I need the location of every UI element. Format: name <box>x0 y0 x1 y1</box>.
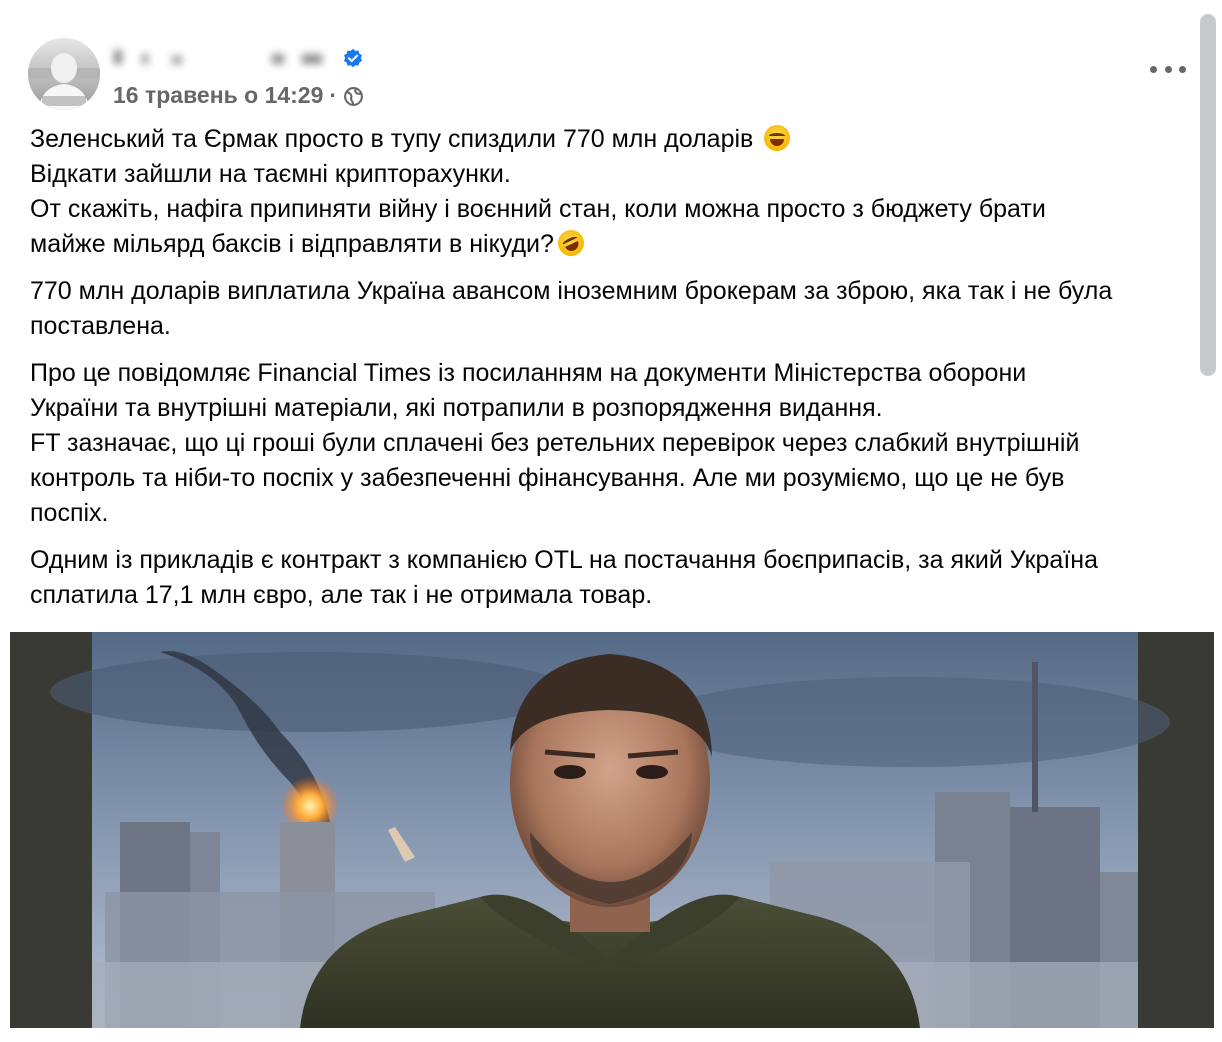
more-dot <box>1179 65 1186 73</box>
more-dot <box>1164 65 1172 73</box>
post-line: сплатила 17,1 млн євро, але так і не отр… <box>30 581 653 609</box>
post-paragraph: Зеленський та Єрмак просто в тупу спизди… <box>30 122 1200 262</box>
more-options-icon[interactable] <box>1150 56 1186 82</box>
post-line: майже мільярд баксів і відправляти в нік… <box>30 225 1200 262</box>
post-line: України та внутрішні матеріали, які потр… <box>30 394 883 422</box>
scrollbar-thumb[interactable] <box>1200 14 1216 376</box>
post-line: поспіх. <box>30 499 109 527</box>
post-timestamp[interactable]: 16 травень о 14:29 <box>113 82 323 109</box>
more-dot <box>1150 65 1157 73</box>
post-image-illustration <box>10 632 1214 1028</box>
post-line: поставлена. <box>30 312 171 340</box>
post-paragraph: 770 млн доларів виплатила Україна авансо… <box>30 274 1200 344</box>
post-line: От скажіть, нафіга припиняти війну і воє… <box>30 195 1046 223</box>
post-paragraph: Одним із прикладів є контракт з компаніє… <box>30 543 1200 613</box>
post-line: контроль та ніби-то поспіх у забезпеченн… <box>30 464 1065 492</box>
author-name[interactable] <box>112 40 332 74</box>
facebook-post: 16 травень о 14:29 · Зеленський та Єрмак… <box>0 0 1222 1042</box>
post-line: 770 млн доларів виплатила Україна авансо… <box>30 277 1113 305</box>
globe-icon[interactable] <box>343 86 364 107</box>
author-name-blurred <box>114 50 322 64</box>
laughing-tears-emoji-icon <box>764 125 791 151</box>
post-meta: 16 травень о 14:29 · <box>113 80 364 110</box>
author-avatar[interactable] <box>28 38 100 110</box>
post-line: Про це повідомляє Financial Times із пос… <box>30 359 1027 387</box>
verified-badge-icon <box>344 48 362 68</box>
post-image[interactable] <box>10 632 1214 1028</box>
rolling-laughing-emoji-icon <box>553 225 589 261</box>
post-line-text: майже мільярд баксів і відправляти в нік… <box>30 230 554 258</box>
post-line: FT зазначає, що ці гроші були сплачені б… <box>30 429 1080 457</box>
post-line: Зеленський та Єрмак просто в тупу спизди… <box>30 122 1200 157</box>
post-line-text: Зеленський та Єрмак просто в тупу спизди… <box>30 125 754 153</box>
post-line: Одним із прикладів є контракт з компаніє… <box>30 546 1098 574</box>
post-line: Відкати зайшли на таємні крипторахунки. <box>30 160 511 188</box>
meta-separator: · <box>329 81 338 108</box>
post-body: Зеленський та Єрмак просто в тупу спизди… <box>30 122 1200 625</box>
post-paragraph: Про це повідомляє Financial Times із пос… <box>30 356 1200 531</box>
